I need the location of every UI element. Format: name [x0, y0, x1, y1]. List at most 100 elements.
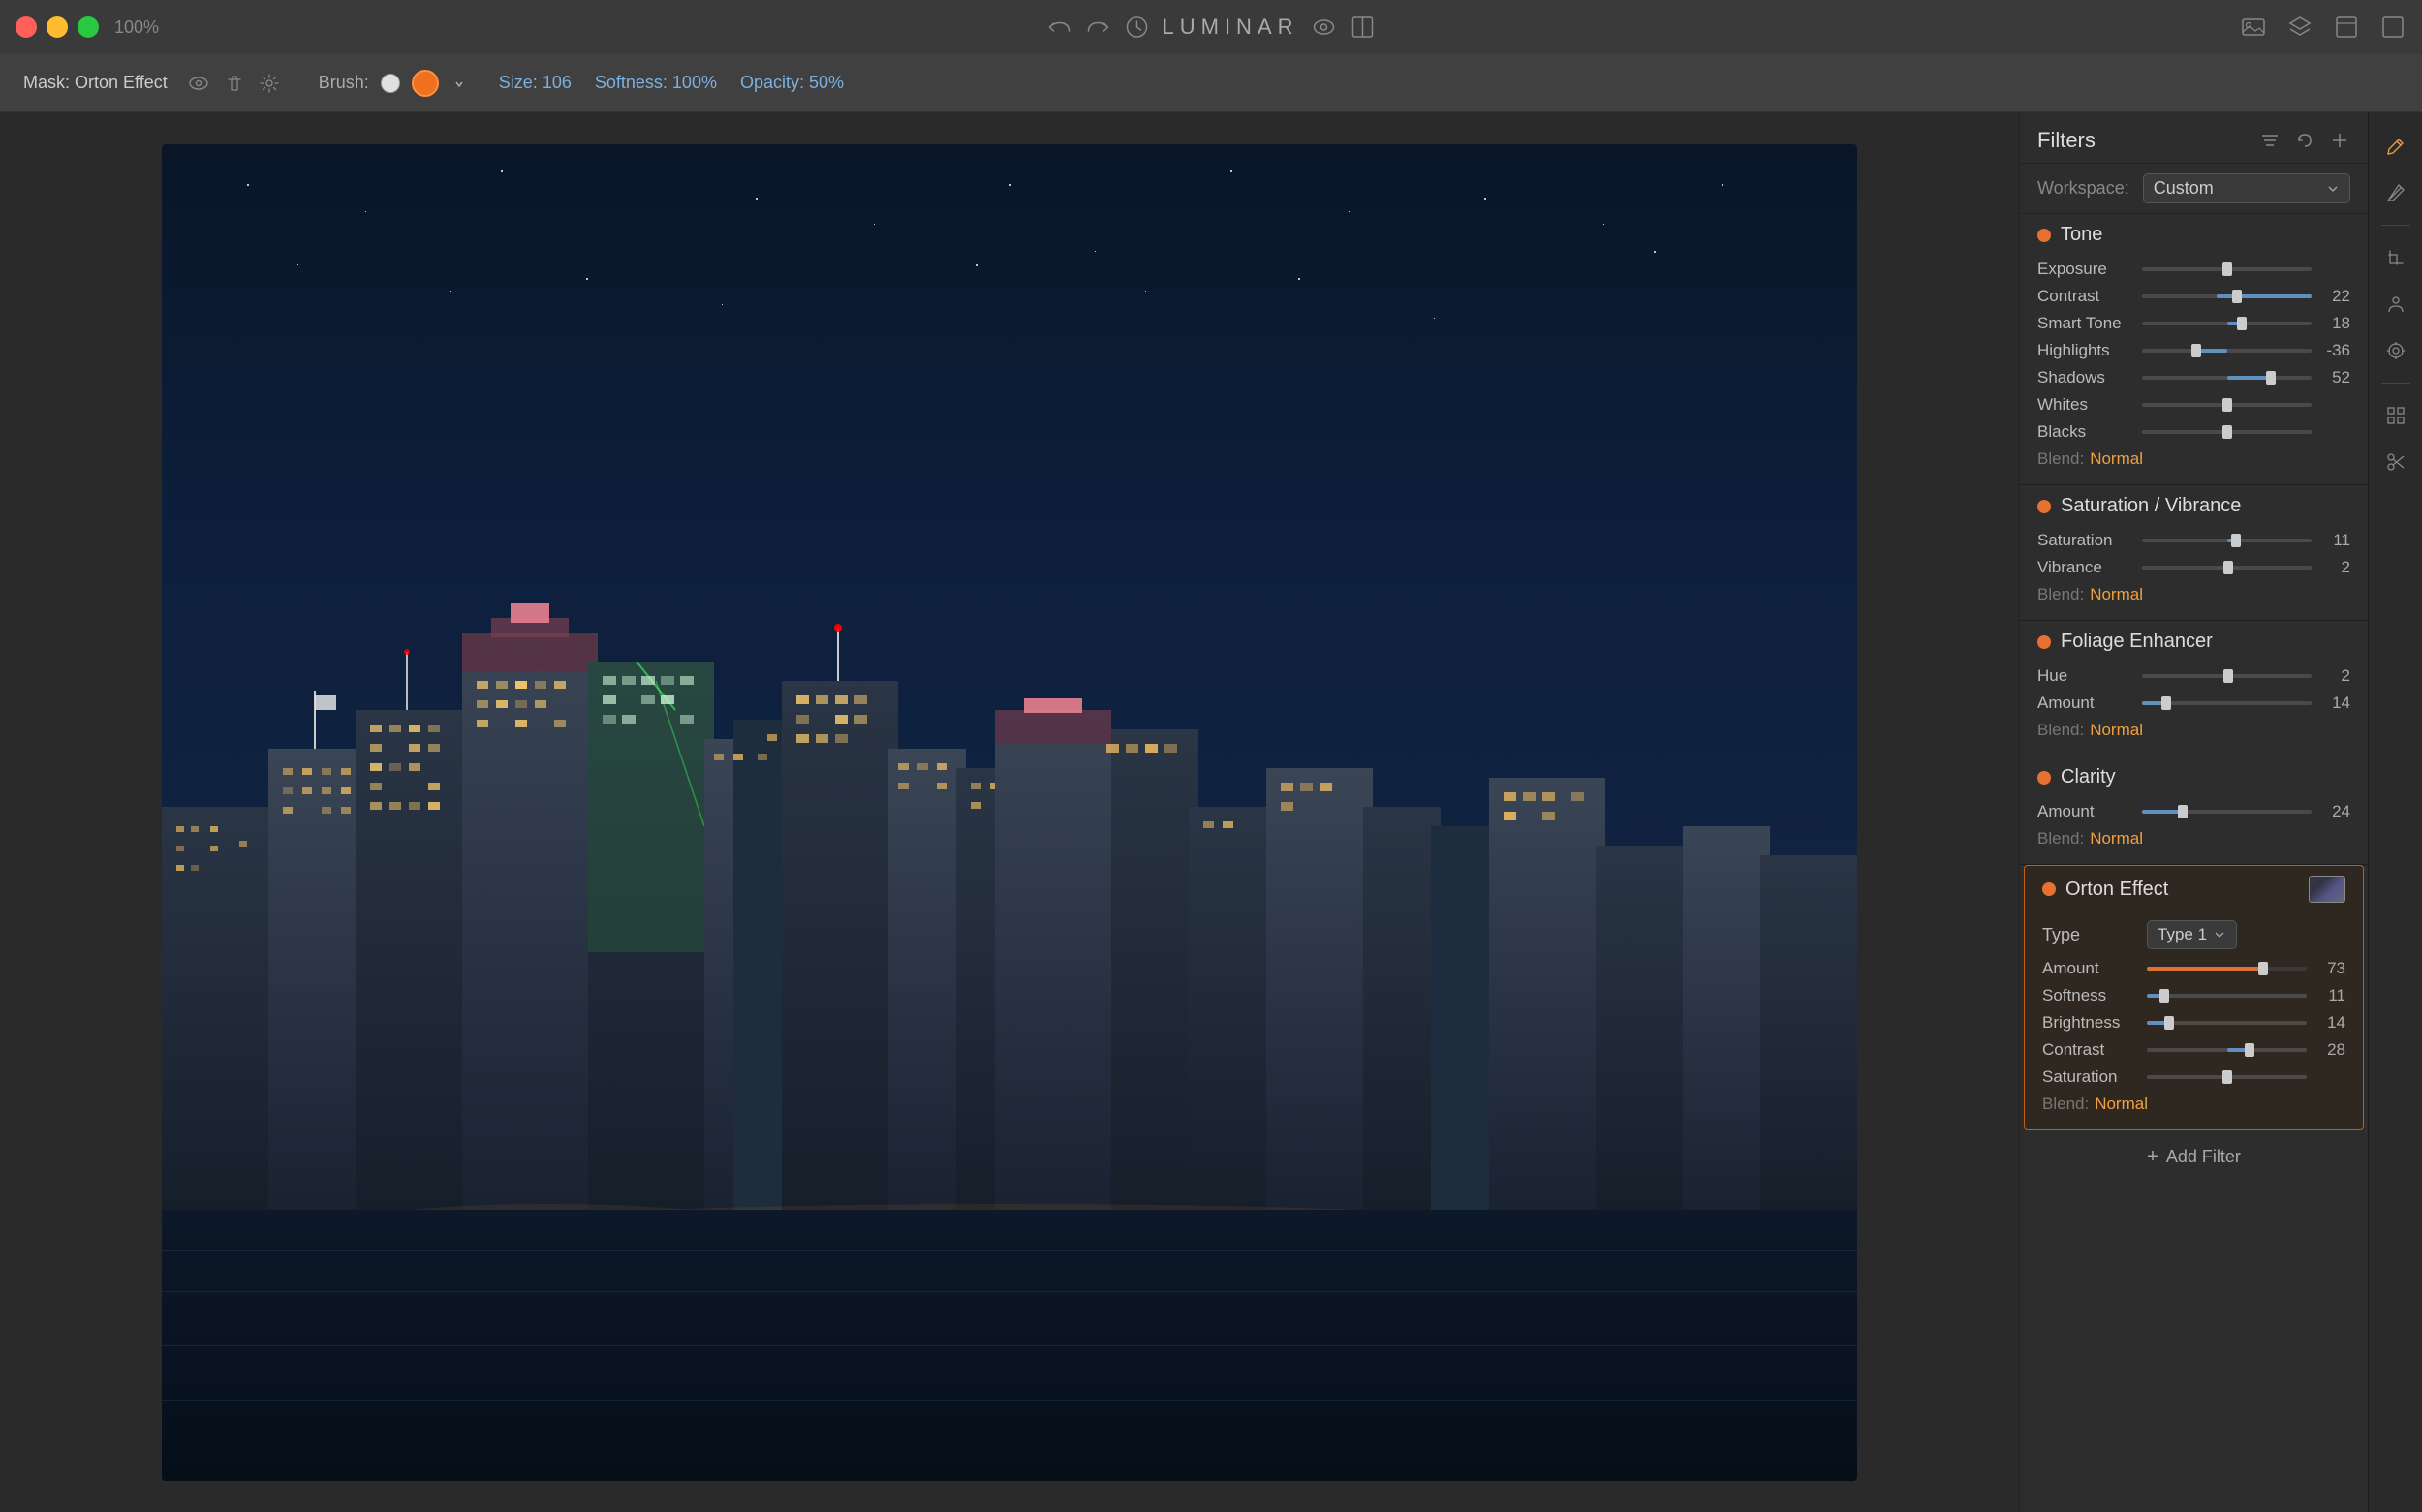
- undo-icon[interactable]: [1045, 14, 1072, 41]
- sat-blend-value[interactable]: Normal: [2090, 585, 2143, 604]
- orton-brightness-value: 14: [2314, 1013, 2345, 1033]
- orton-header-icons: [2309, 876, 2345, 903]
- vib-value: 2: [2319, 558, 2350, 577]
- exposure-track[interactable]: [2142, 267, 2312, 271]
- clarity-amount-track[interactable]: [2142, 810, 2312, 814]
- filters-header: Filters: [2020, 112, 2368, 164]
- contrast-track[interactable]: [2142, 294, 2312, 298]
- fullscreen-button[interactable]: [78, 16, 99, 38]
- foliage-hue-label: Hue: [2037, 666, 2134, 686]
- orton-amount-track[interactable]: [2147, 967, 2307, 971]
- target-tool[interactable]: [2377, 332, 2414, 369]
- contrast-label: Contrast: [2037, 287, 2134, 306]
- foliage-header[interactable]: Foliage Enhancer: [2020, 621, 2368, 663]
- workspace-label: Workspace:: [2037, 178, 2129, 199]
- layers-icon[interactable]: [2286, 14, 2313, 41]
- sat-blend-label: Blend:: [2037, 585, 2084, 604]
- highlights-label: Highlights: [2037, 341, 2134, 360]
- sat-value: 11: [2319, 531, 2350, 550]
- clarity-blend-label: Blend:: [2037, 829, 2084, 849]
- orton-blend-row: Blend: Normal: [2042, 1095, 2345, 1114]
- brush-white-dot[interactable]: [381, 74, 400, 93]
- foliage-blend-value[interactable]: Normal: [2090, 721, 2143, 740]
- orton-contrast-track[interactable]: [2147, 1048, 2307, 1052]
- tool-strip: [2368, 112, 2422, 1512]
- saturation-header[interactable]: Saturation / Vibrance: [2020, 485, 2368, 527]
- person-tool[interactable]: [2377, 286, 2414, 323]
- close-button[interactable]: [16, 16, 37, 38]
- orton-type-select[interactable]: Type 1: [2147, 920, 2237, 949]
- history-icon[interactable]: [1123, 14, 1150, 41]
- eye-icon[interactable]: [187, 72, 210, 95]
- vib-track[interactable]: [2142, 566, 2312, 570]
- brush-dropdown-icon[interactable]: [450, 75, 468, 92]
- brush-orange-dot[interactable]: [412, 70, 439, 97]
- pen-tool[interactable]: [2377, 174, 2414, 211]
- saturation-body: Saturation 11 Vibrance 2 Ble: [2020, 527, 2368, 620]
- orton-blend-value[interactable]: Normal: [2095, 1095, 2148, 1114]
- orton-saturation-label: Saturation: [2042, 1067, 2139, 1087]
- filter-sort-icon[interactable]: [2259, 130, 2281, 151]
- minimize-button[interactable]: [47, 16, 68, 38]
- full-screen-icon[interactable]: [2333, 14, 2360, 41]
- sat-label: Saturation: [2037, 531, 2134, 550]
- orton-name: Orton Effect: [2065, 879, 2299, 901]
- sat-track[interactable]: [2142, 539, 2312, 542]
- softness-param: Softness: 100%: [595, 73, 717, 93]
- shadows-track[interactable]: [2142, 376, 2312, 380]
- filter-refresh-icon[interactable]: [2294, 130, 2315, 151]
- foliage-hue-track[interactable]: [2142, 674, 2312, 678]
- grid-tool[interactable]: [2377, 397, 2414, 434]
- highlights-track[interactable]: [2142, 349, 2312, 353]
- whites-track[interactable]: [2142, 403, 2312, 407]
- filters-title: Filters: [2037, 128, 2096, 153]
- share-icon[interactable]: [2379, 14, 2406, 41]
- orton-softness-row: Softness 11: [2042, 986, 2345, 1005]
- blacks-track[interactable]: [2142, 430, 2312, 434]
- add-filter-icon: +: [2147, 1146, 2158, 1168]
- tone-body: Exposure Contrast 22 S: [2020, 256, 2368, 484]
- canvas-area: [0, 112, 2019, 1512]
- shadows-row: Shadows 52: [2037, 368, 2350, 387]
- mask-label: Mask: Orton Effect: [23, 73, 168, 93]
- tone-name: Tone: [2061, 224, 2350, 246]
- orton-blend-label: Blend:: [2042, 1095, 2089, 1114]
- titlebar-right-icons: [2240, 14, 2406, 41]
- trash-icon[interactable]: [224, 73, 245, 94]
- whites-label: Whites: [2037, 395, 2134, 415]
- smarttone-row: Smart Tone 18: [2037, 314, 2350, 333]
- orton-section: Orton Effect Type Type 1 A: [2024, 865, 2364, 1130]
- clarity-header[interactable]: Clarity: [2020, 756, 2368, 798]
- layout-icon[interactable]: [1350, 14, 1377, 41]
- foliage-section: Foliage Enhancer Hue 2 Amount: [2020, 621, 2368, 756]
- clarity-blend-value[interactable]: Normal: [2090, 829, 2143, 849]
- orton-softness-track[interactable]: [2147, 994, 2307, 998]
- photos-icon[interactable]: [2240, 14, 2267, 41]
- scissors-tool[interactable]: [2377, 444, 2414, 480]
- orton-header[interactable]: Orton Effect: [2025, 866, 2363, 912]
- orton-preview-thumbnail: [2309, 876, 2345, 903]
- add-filter-header-icon[interactable]: [2329, 130, 2350, 151]
- shadows-label: Shadows: [2037, 368, 2134, 387]
- orton-brightness-track[interactable]: [2147, 1021, 2307, 1025]
- orton-brightness-row: Brightness 14: [2042, 1013, 2345, 1033]
- smarttone-track[interactable]: [2142, 322, 2312, 325]
- orton-softness-label: Softness: [2042, 986, 2139, 1005]
- add-filter-row[interactable]: + Add Filter: [2020, 1130, 2368, 1184]
- orton-brightness-label: Brightness: [2042, 1013, 2139, 1033]
- tone-blend-value[interactable]: Normal: [2090, 449, 2143, 469]
- workspace-select[interactable]: Custom: [2143, 173, 2350, 203]
- brush-tool[interactable]: [2377, 128, 2414, 165]
- exposure-label: Exposure: [2037, 260, 2134, 279]
- tone-header[interactable]: Tone: [2020, 214, 2368, 256]
- foliage-amount-track[interactable]: [2142, 701, 2312, 705]
- vib-label: Vibrance: [2037, 558, 2134, 577]
- preview-icon[interactable]: [1311, 14, 1338, 41]
- contrast-row: Contrast 22: [2037, 287, 2350, 306]
- orton-saturation-track[interactable]: [2147, 1075, 2307, 1079]
- redo-icon[interactable]: [1084, 14, 1111, 41]
- clarity-dot: [2037, 771, 2051, 785]
- settings-icon[interactable]: [259, 73, 280, 94]
- crop-tool[interactable]: [2377, 239, 2414, 276]
- water: [162, 1210, 1857, 1481]
